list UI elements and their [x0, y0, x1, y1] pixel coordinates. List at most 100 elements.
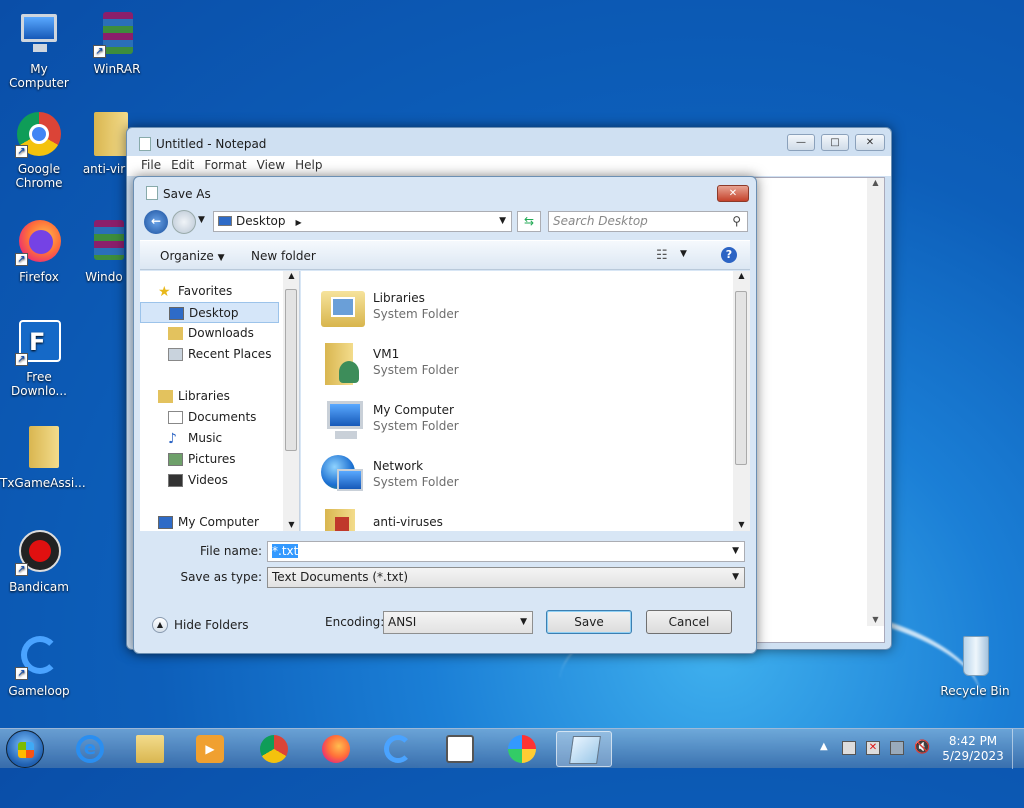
show-hidden-icons-chevron-icon[interactable]: ▲ — [820, 741, 828, 752]
start-button[interactable] — [6, 730, 44, 768]
taskbar-notepad[interactable] — [556, 731, 612, 767]
save-type-select[interactable]: Text Documents (*.txt) ▼ — [267, 567, 745, 588]
back-button[interactable]: ← — [144, 210, 168, 234]
file-item-libraries[interactable]: Libraries System Folder — [319, 281, 719, 337]
save-type-label: Save as type: — [180, 570, 262, 584]
maximize-button[interactable]: □ — [821, 134, 849, 151]
desktop-icon-gameloop[interactable]: ↗ Gameloop — [0, 632, 78, 698]
save-type-dropdown-icon[interactable]: ▼ — [732, 568, 739, 587]
nav-item-videos[interactable]: Videos — [140, 470, 299, 491]
nav-my-computer[interactable]: My Computer — [140, 512, 299, 531]
file-item-anti-viruses[interactable]: anti-viruses — [319, 505, 719, 531]
file-name-value: *.txt — [272, 544, 299, 558]
hide-folders-chevron-icon[interactable]: ▲ — [152, 617, 168, 633]
encoding-select[interactable]: ANSI ▼ — [383, 611, 533, 634]
nav-libraries[interactable]: Libraries — [140, 386, 299, 407]
forward-button[interactable] — [172, 210, 196, 234]
desktop-icon-windows[interactable]: Windo — [78, 218, 130, 284]
close-button[interactable]: ✕ — [855, 134, 885, 151]
save-button[interactable]: Save — [546, 610, 632, 634]
change-view-icon[interactable]: ☷ — [656, 248, 668, 263]
file-item-my-computer[interactable]: My Computer System Folder — [319, 393, 719, 449]
free-download-manager-icon: F ↗ — [15, 318, 63, 366]
folder-icon — [80, 110, 128, 158]
nav-item-music[interactable]: ♪ Music — [140, 428, 299, 449]
help-icon[interactable]: ? — [721, 247, 737, 263]
taskbar-media-player[interactable]: ▶ — [182, 731, 238, 767]
menu-view[interactable]: View — [257, 158, 285, 172]
taskbar-firefox[interactable] — [308, 731, 364, 767]
breadcrumb-chevron-icon[interactable]: ▶ — [296, 218, 302, 227]
notepad-scrollbar[interactable]: ▲ ▼ — [867, 178, 884, 626]
recent-places-icon — [168, 348, 183, 361]
shortcut-arrow-icon: ↗ — [15, 563, 28, 576]
nav-item-recent-places[interactable]: Recent Places — [140, 344, 299, 365]
desktop-icon-label: anti-vir — [82, 162, 126, 176]
desktop-icon-winrar[interactable]: ↗ WinRAR — [78, 10, 156, 76]
nav-scrollbar[interactable]: ▲ ▼ — [283, 271, 299, 531]
desktop-icon-anti-viruses[interactable]: anti-vir — [78, 110, 130, 176]
dialog-close-button[interactable]: ✕ — [717, 185, 749, 202]
save-as-dialog[interactable]: Save As ✕ ← ▼ Desktop ▶ ▼ ⇆ Search Deskto… — [133, 176, 757, 654]
winrar-icon: ↗ — [93, 10, 141, 58]
file-name-dropdown-icon[interactable]: ▼ — [732, 542, 739, 561]
new-folder-button[interactable]: New folder — [251, 249, 316, 263]
desktop-icon-label: WinRAR — [93, 62, 141, 76]
menu-help[interactable]: Help — [295, 158, 322, 172]
desktop-icon-my-computer[interactable]: My Computer — [0, 10, 78, 90]
file-name-label: File name: — [200, 544, 262, 558]
taskbar-vpn[interactable] — [494, 731, 550, 767]
refresh-button[interactable]: ⇆ — [517, 211, 541, 232]
taskbar-ie[interactable]: e — [62, 731, 118, 767]
tray-network-icon[interactable] — [890, 741, 904, 755]
nav-item-desktop[interactable]: Desktop — [140, 302, 279, 323]
encoding-value: ANSI — [388, 615, 417, 629]
tray-flag-icon[interactable] — [842, 741, 856, 755]
file-name-input[interactable]: *.txt ▼ — [267, 541, 745, 562]
desktop-icon — [218, 216, 232, 226]
address-dropdown-icon[interactable]: ▼ — [499, 212, 506, 231]
file-list: Libraries System Folder VM1 System Folder … — [301, 271, 750, 531]
file-list-scroll-thumb[interactable] — [735, 291, 747, 465]
hide-folders-button[interactable]: Hide Folders — [174, 618, 249, 632]
desktop-icon-recycle-bin[interactable]: Recycle Bin — [936, 632, 1014, 698]
view-dropdown-icon[interactable]: ▼ — [680, 249, 687, 259]
nav-scroll-thumb[interactable] — [285, 289, 297, 451]
nav-item-documents[interactable]: Documents — [140, 407, 299, 428]
taskbar-chrome[interactable] — [246, 731, 302, 767]
menu-file[interactable]: File — [141, 158, 161, 172]
taskbar-gameloop[interactable] — [370, 731, 426, 767]
desktop-icon-label: TxGameAssi... — [0, 476, 86, 490]
desktop-icon-label: Bandicam — [9, 580, 69, 594]
address-bar[interactable]: Desktop ▶ ▼ — [213, 211, 512, 232]
desktop-icon-txgameassistant[interactable]: TxGameAssi... — [0, 424, 86, 490]
tray-security-icon[interactable]: ✕ — [866, 741, 880, 755]
folder-icon — [319, 507, 367, 531]
desktop-icon-free-download[interactable]: F ↗ Free Downlo... — [0, 318, 78, 398]
file-explorer-icon — [136, 735, 164, 763]
cancel-button[interactable]: Cancel — [646, 610, 732, 634]
taskbar-clock[interactable]: 8:42 PM 5/29/2023 — [940, 734, 1006, 764]
menu-edit[interactable]: Edit — [171, 158, 194, 172]
nav-item-downloads[interactable]: Downloads — [140, 323, 299, 344]
desktop-icon-bandicam[interactable]: ↗ Bandicam — [0, 528, 78, 594]
desktop-icon-chrome[interactable]: ↗ Google Chrome — [0, 110, 78, 190]
taskbar-app[interactable] — [432, 731, 488, 767]
encoding-dropdown-icon[interactable]: ▼ — [520, 612, 527, 633]
desktop-icon-firefox[interactable]: ↗ Firefox — [0, 218, 78, 284]
file-list-scrollbar[interactable]: ▲ ▼ — [733, 271, 750, 531]
nav-item-pictures[interactable]: Pictures — [140, 449, 299, 470]
chrome-icon — [260, 735, 288, 763]
file-item-network[interactable]: Network System Folder — [319, 449, 719, 505]
organize-button[interactable]: Organize ▼ — [160, 249, 225, 263]
search-input[interactable]: Search Desktop ⚲ — [548, 211, 748, 232]
nav-favorites[interactable]: ★ Favorites — [140, 281, 299, 302]
recent-pages-chevron-icon[interactable]: ▼ — [198, 215, 205, 225]
menu-format[interactable]: Format — [204, 158, 246, 172]
gameloop-icon: ↗ — [15, 632, 63, 680]
tray-volume-muted-icon[interactable]: 🔇 — [914, 740, 930, 755]
minimize-button[interactable]: — — [787, 134, 815, 151]
show-desktop-button[interactable] — [1012, 729, 1024, 769]
file-item-vm1[interactable]: VM1 System Folder — [319, 337, 719, 393]
taskbar-explorer[interactable] — [122, 731, 178, 767]
